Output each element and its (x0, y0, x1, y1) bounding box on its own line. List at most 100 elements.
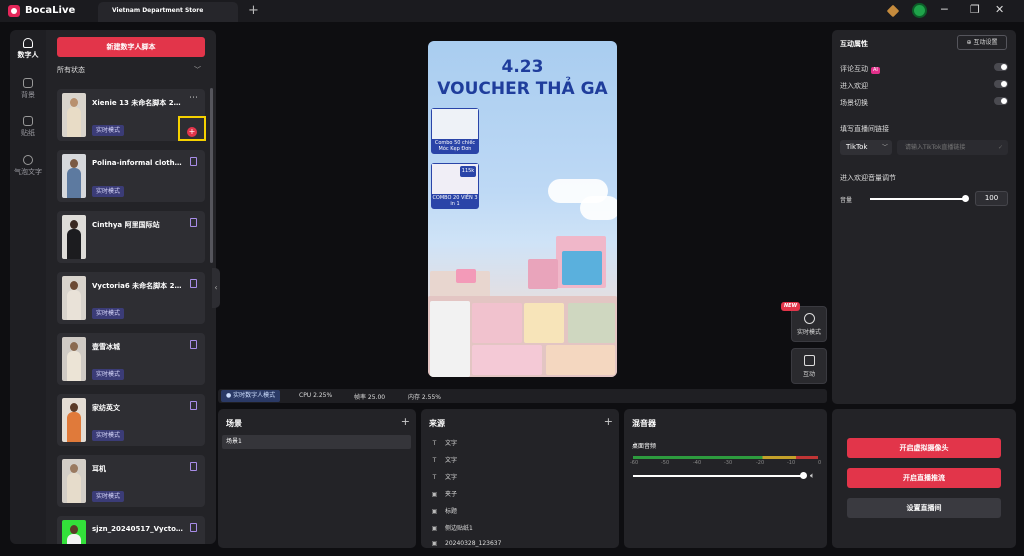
meter-ticks: -60 -50 -40 -30 -20 -10 0 (630, 460, 821, 468)
delete-icon[interactable] (190, 340, 197, 349)
collapse-panel-chevron-left-icon[interactable]: ‹ (212, 268, 220, 308)
add-source-plus-icon[interactable]: + (604, 415, 613, 428)
volume-label: 音量 (840, 197, 853, 204)
meter-tick: -60 (630, 460, 639, 466)
status-filter-select[interactable]: 所有状态 ﹀ (57, 65, 205, 79)
nav-item-background[interactable]: 背景 (10, 78, 46, 100)
maximize-icon[interactable]: ❐ (970, 3, 980, 16)
source-item[interactable]: ▣ 标题 (431, 506, 457, 515)
speaker-icon[interactable]: 🔈︎ (810, 471, 815, 481)
minimize-icon[interactable]: ─ (941, 3, 948, 16)
source-item[interactable]: ▣ 侧边贴纸1 (431, 523, 473, 532)
source-item[interactable]: T 文字 (431, 472, 457, 481)
delete-icon[interactable] (190, 279, 197, 288)
add-icon[interactable]: + (187, 127, 197, 137)
source-label: 侧边贴纸1 (445, 525, 473, 532)
nav-item-sticker[interactable]: 贴纸 (10, 116, 46, 138)
platform-select[interactable]: TikTok ﹀ (840, 140, 892, 155)
scene-switch-toggle[interactable] (994, 97, 1008, 105)
check-icon[interactable]: ✓ (998, 140, 1003, 155)
chevron-down-icon: ﹀ (881, 144, 888, 151)
scene-item[interactable]: 场景1 (222, 435, 411, 449)
product-caption: Combo 50 chiếc Móc Kẹp Đơn (432, 139, 478, 153)
realtime-mode-badge: 实时模式 (92, 186, 125, 197)
avatar-thumbnail (62, 215, 86, 259)
digital-human-card[interactable]: Vyctoria6 未命名脚本 2… 实时模式 (57, 272, 205, 324)
live-url-input[interactable]: 请输入TikTok直播链接 ✓ (897, 140, 1008, 155)
source-label: 文字 (445, 474, 458, 481)
preview-headline: VOUCHER THẢ GA (437, 79, 608, 99)
welcome-volume-slider[interactable] (870, 198, 966, 200)
digital-human-card[interactable]: 壹雪冰城 实时模式 (57, 333, 205, 385)
delete-icon[interactable] (190, 157, 197, 166)
avatar-thumbnail (62, 337, 86, 381)
app-title: BocaLive (25, 5, 76, 16)
person-icon (23, 38, 33, 48)
desktop-volume-knob[interactable] (800, 472, 807, 479)
gem-icon[interactable] (886, 4, 900, 18)
source-item[interactable]: ▣ 20240328_123637 (431, 540, 502, 547)
avatar-thumbnail (62, 154, 86, 198)
left-nav: 数字人 背景 贴纸 气泡文字 (10, 30, 46, 544)
bubble-text-icon (23, 155, 33, 165)
digital-human-card[interactable]: Polina-informal cloth… 实时模式 (57, 150, 205, 202)
nav-item-digital-human[interactable]: 数字人 (10, 38, 46, 60)
scenes-panel: 场景 + 场景1 (218, 409, 416, 548)
tab-vietnam-department-store[interactable]: Vietnam Department Store (98, 2, 238, 22)
source-item[interactable]: T 文字 (431, 438, 457, 447)
realtime-mode-button[interactable]: 实时模式 (791, 306, 827, 342)
product-box (528, 259, 558, 289)
status-filter-value: 所有状态 (57, 66, 85, 74)
welcome-volume-value[interactable]: 100 (975, 191, 1008, 206)
title-bar: BocaLive Vietnam Department Store + ─ ❐ … (0, 0, 1024, 22)
meter-tick: -10 (787, 460, 796, 466)
source-item[interactable]: ▣ 夹子 (431, 489, 457, 498)
interact-button[interactable]: 互动 (791, 348, 827, 384)
comment-toggle[interactable] (994, 63, 1008, 71)
source-label: 文字 (445, 457, 458, 464)
delete-icon[interactable] (190, 218, 197, 227)
sticker-icon (23, 116, 33, 126)
desktop-volume-slider[interactable] (633, 475, 803, 477)
text-icon: T (432, 457, 437, 464)
delete-icon[interactable] (190, 462, 197, 471)
avatar-thumbnail (62, 276, 86, 320)
add-scene-plus-icon[interactable]: + (401, 415, 410, 428)
interaction-settings-button[interactable]: ⊕ 互动设置 (957, 35, 1007, 50)
product-box (562, 251, 602, 285)
list-scrollbar[interactable] (210, 88, 213, 263)
digital-human-card[interactable]: Cinthya 阿里国际站 (57, 211, 205, 263)
product-box (472, 303, 522, 343)
close-icon[interactable]: ✕ (995, 3, 1004, 16)
new-digital-human-script-button[interactable]: 新建数字人脚本 (57, 37, 205, 57)
product-box (472, 345, 542, 375)
card-title: sjzn_20240517_Vycto… (92, 525, 183, 533)
nav-item-bubble-text[interactable]: 气泡文字 (10, 155, 46, 177)
start-stream-button[interactable]: 开启直播推流 (847, 468, 1001, 488)
room-settings-button[interactable]: 设置直播间 (847, 498, 1001, 518)
live-link-label: 填写直播间链接 (840, 125, 889, 133)
mode-label: 实时数字人模式 (233, 392, 276, 399)
card-title: 壹雪冰城 (92, 343, 120, 351)
digital-human-card[interactable]: 耳机 实时模式 (57, 455, 205, 507)
realtime-mode-badge: 实时模式 (92, 430, 125, 441)
digital-human-card[interactable]: sjzn_20240517_Vycto… (57, 516, 205, 544)
welcome-toggle[interactable] (994, 80, 1008, 88)
start-virtual-camera-button[interactable]: 开启虚拟摄像头 (847, 438, 1001, 458)
realtime-mode-icon (803, 313, 815, 324)
delete-icon[interactable] (190, 523, 197, 532)
avatar-thumbnail (62, 93, 86, 137)
nav-label: 气泡文字 (14, 168, 42, 176)
digital-human-card[interactable]: 家纺英文 实时模式 (57, 394, 205, 446)
welcome-volume-knob[interactable] (962, 195, 969, 202)
source-item[interactable]: T 文字 (431, 455, 457, 464)
scenes-title: 场景 (226, 419, 242, 428)
image-icon: ▣ (431, 491, 438, 498)
platform-value: TikTok (846, 143, 868, 151)
avatar-thumbnail (62, 520, 86, 544)
more-options-icon[interactable]: ⋯ (189, 93, 198, 103)
meter-tick: -40 (693, 460, 702, 466)
live-status-icon[interactable] (912, 3, 927, 18)
delete-icon[interactable] (190, 401, 197, 410)
add-tab-plus-icon[interactable]: + (248, 3, 259, 18)
